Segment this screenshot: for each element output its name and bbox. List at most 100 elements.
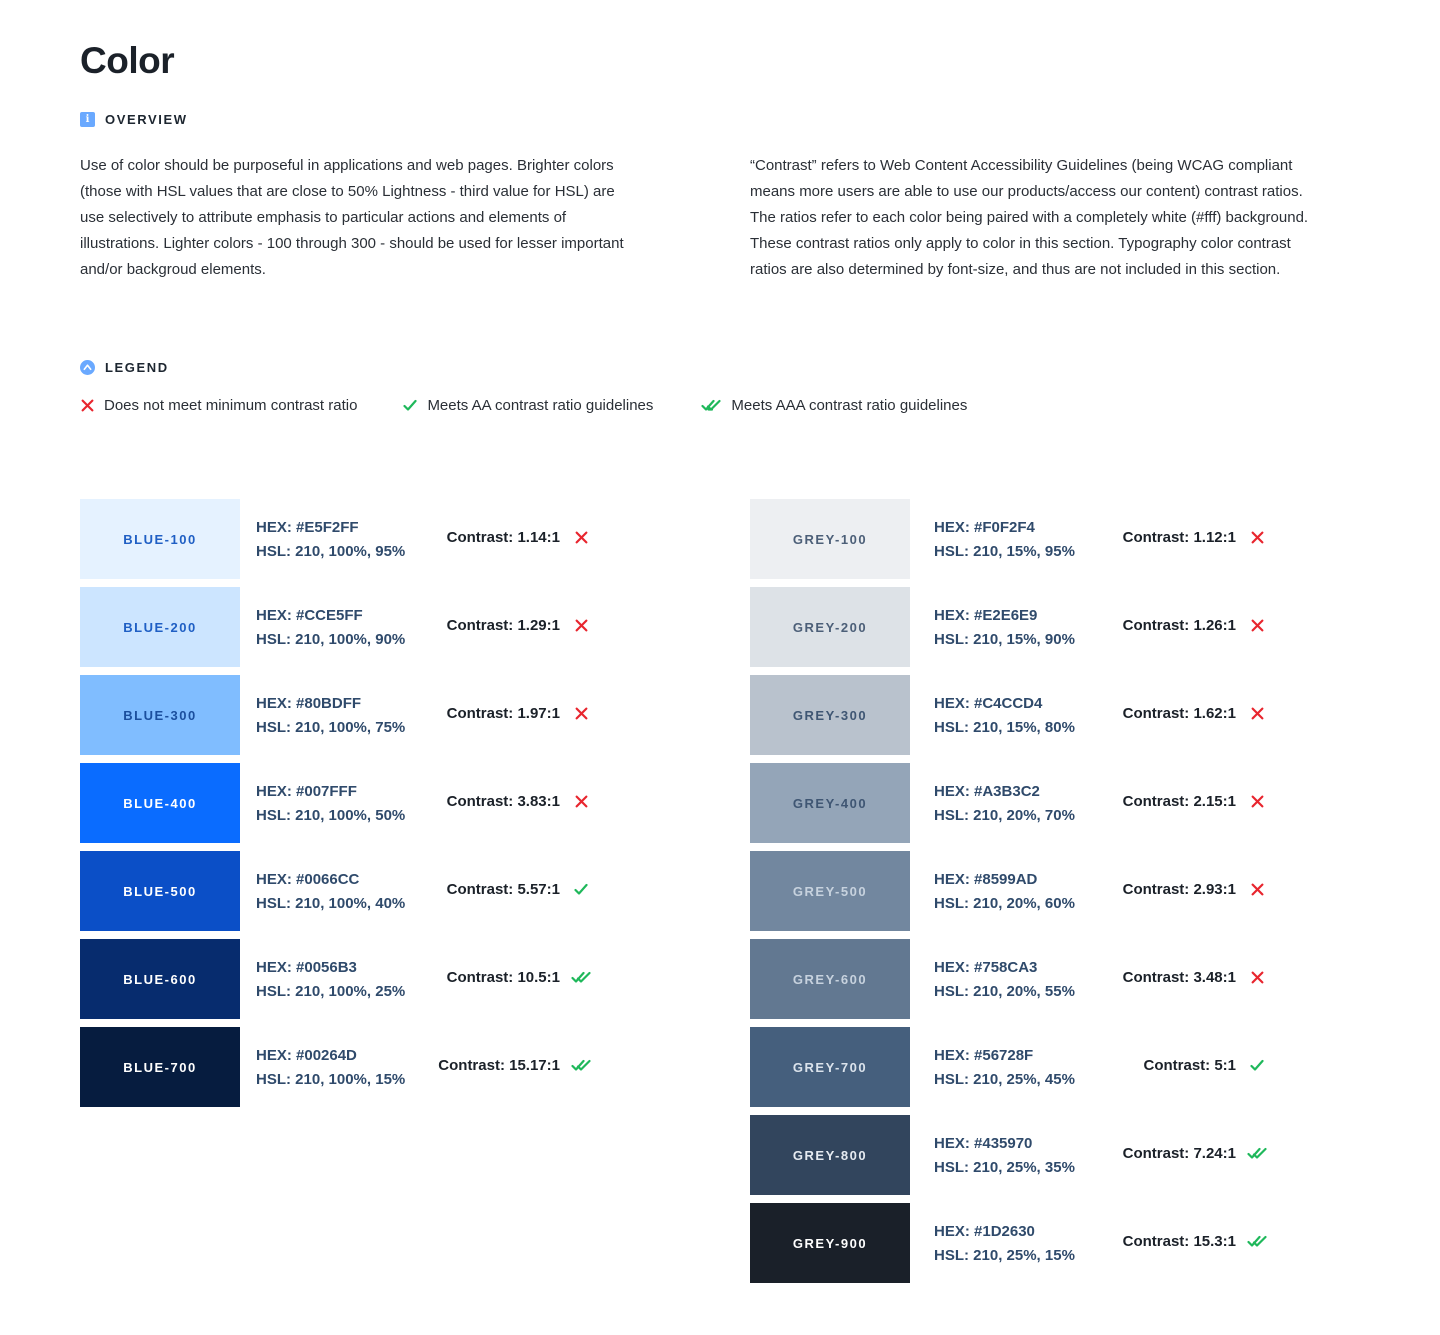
hsl-value: HSL: 210, 15%, 90% bbox=[934, 631, 1075, 648]
contrast-value: Contrast: 1.14:1 bbox=[446, 528, 560, 546]
color-values: HEX: #007FFF HSL: 210, 100%, 50% bbox=[256, 780, 405, 828]
contrast-value: Contrast: 1.26:1 bbox=[1122, 616, 1236, 634]
hex-value: HEX: #435970 bbox=[934, 1135, 1033, 1152]
color-swatch: BLUE-700 bbox=[80, 1027, 240, 1107]
contrast-ratio: Contrast: 7.24:1 bbox=[1123, 1142, 1268, 1164]
color-row-grey-500: GREY-500 HEX: #8599AD HSL: 210, 20%, 60% Co… bbox=[750, 851, 1310, 931]
swatch-label: BLUE-400 bbox=[123, 795, 197, 811]
color-values: HEX: #F0F2F4 HSL: 210, 15%, 95% bbox=[934, 516, 1075, 564]
contrast-ratio: Contrast: 10.5:1 bbox=[447, 966, 592, 988]
color-swatch: BLUE-300 bbox=[80, 675, 240, 755]
swatch-label: GREY-400 bbox=[792, 795, 868, 811]
cross-icon bbox=[1246, 790, 1268, 812]
double-check-icon bbox=[1246, 1230, 1268, 1252]
color-values: HEX: #E5F2FF HSL: 210, 100%, 95% bbox=[256, 516, 405, 564]
color-swatch: GREY-400 bbox=[750, 763, 910, 843]
grey-palette: GREY-100 HEX: #F0F2F4 HSL: 210, 15%, 95% Co… bbox=[750, 499, 1310, 1291]
hex-value: HEX: #E2E6E9 bbox=[934, 607, 1038, 624]
contrast-ratio: Contrast: 1.14:1 bbox=[447, 526, 592, 548]
double-check-icon bbox=[570, 966, 592, 988]
color-values: HEX: #0056B3 HSL: 210, 100%, 25% bbox=[256, 956, 405, 1004]
hex-value: HEX: #F0F2F4 bbox=[934, 519, 1035, 536]
color-values: HEX: #CCE5FF HSL: 210, 100%, 90% bbox=[256, 604, 405, 652]
color-swatch: GREY-700 bbox=[750, 1027, 910, 1107]
cross-icon bbox=[570, 702, 592, 724]
hex-value: HEX: #0066CC bbox=[256, 871, 360, 888]
color-row-grey-900: GREY-900 HEX: #1D2630 HSL: 210, 25%, 15% Co… bbox=[750, 1203, 1310, 1283]
contrast-value: Contrast: 15.3:1 bbox=[1122, 1232, 1236, 1250]
color-swatch: GREY-300 bbox=[750, 675, 910, 755]
cross-icon bbox=[1246, 966, 1268, 988]
blue-palette: BLUE-100 HEX: #E5F2FF HSL: 210, 100%, 95% C… bbox=[80, 499, 640, 1115]
swatch-label: BLUE-700 bbox=[123, 1059, 197, 1075]
swatch-label: GREY-100 bbox=[792, 531, 868, 547]
color-swatch: BLUE-400 bbox=[80, 763, 240, 843]
color-values: HEX: #00264D HSL: 210, 100%, 15% bbox=[256, 1044, 405, 1092]
hsl-value: HSL: 210, 15%, 95% bbox=[934, 543, 1075, 560]
hsl-value: HSL: 210, 100%, 50% bbox=[256, 807, 406, 824]
cross-icon bbox=[1246, 702, 1268, 724]
color-swatch: GREY-900 bbox=[750, 1203, 910, 1283]
contrast-value: Contrast: 5.57:1 bbox=[446, 880, 560, 898]
color-row-blue-100: BLUE-100 HEX: #E5F2FF HSL: 210, 100%, 95% C… bbox=[80, 499, 640, 579]
swatch-label: BLUE-100 bbox=[123, 531, 197, 547]
cross-icon bbox=[1246, 878, 1268, 900]
hex-value: HEX: #0056B3 bbox=[256, 959, 357, 976]
cross-icon bbox=[1246, 614, 1268, 636]
info-icon: i bbox=[80, 112, 95, 127]
color-row-blue-500: BLUE-500 HEX: #0066CC HSL: 210, 100%, 40% C… bbox=[80, 851, 640, 931]
contrast-value: Contrast: 10.5:1 bbox=[446, 968, 560, 986]
contrast-value: Contrast: 1.62:1 bbox=[1122, 704, 1236, 722]
hsl-value: HSL: 210, 25%, 15% bbox=[934, 1247, 1075, 1264]
hsl-value: HSL: 210, 100%, 40% bbox=[256, 895, 406, 912]
contrast-value: Contrast: 2.15:1 bbox=[1122, 792, 1236, 810]
color-row-blue-400: BLUE-400 HEX: #007FFF HSL: 210, 100%, 50% C… bbox=[80, 763, 640, 843]
hsl-value: HSL: 210, 100%, 75% bbox=[256, 719, 406, 736]
contrast-value: Contrast: 3.83:1 bbox=[446, 792, 560, 810]
color-row-blue-200: BLUE-200 HEX: #CCE5FF HSL: 210, 100%, 90% C… bbox=[80, 587, 640, 667]
contrast-value: Contrast: 1.12:1 bbox=[1122, 528, 1236, 546]
legend-aa-text: Meets AA contrast ratio guidelines bbox=[427, 396, 654, 414]
check-icon bbox=[570, 878, 592, 900]
legend: Does not meet minimum contrast ratio Mee… bbox=[80, 394, 967, 416]
hsl-value: HSL: 210, 20%, 55% bbox=[934, 983, 1075, 1000]
contrast-ratio: Contrast: 5:1 bbox=[1143, 1054, 1268, 1076]
contrast-ratio: Contrast: 1.12:1 bbox=[1123, 526, 1268, 548]
color-values: HEX: #435970 HSL: 210, 25%, 35% bbox=[934, 1132, 1075, 1180]
contrast-ratio: Contrast: 3.83:1 bbox=[447, 790, 592, 812]
color-swatch: GREY-600 bbox=[750, 939, 910, 1019]
contrast-ratio: Contrast: 1.29:1 bbox=[447, 614, 592, 636]
arrow-up-circle-icon bbox=[80, 360, 95, 375]
contrast-ratio: Contrast: 1.97:1 bbox=[447, 702, 592, 724]
color-values: HEX: #8599AD HSL: 210, 20%, 60% bbox=[934, 868, 1075, 916]
hsl-value: HSL: 210, 100%, 15% bbox=[256, 1071, 406, 1088]
color-row-grey-100: GREY-100 HEX: #F0F2F4 HSL: 210, 15%, 95% Co… bbox=[750, 499, 1310, 579]
color-row-blue-700: BLUE-700 HEX: #00264D HSL: 210, 100%, 15% C… bbox=[80, 1027, 640, 1107]
swatch-label: GREY-700 bbox=[792, 1059, 868, 1075]
color-values: HEX: #80BDFF HSL: 210, 100%, 75% bbox=[256, 692, 405, 740]
color-values: HEX: #0066CC HSL: 210, 100%, 40% bbox=[256, 868, 405, 916]
overview-paragraph-left: Use of color should be purposeful in app… bbox=[80, 157, 624, 278]
hsl-value: HSL: 210, 100%, 25% bbox=[256, 983, 406, 1000]
contrast-value: Contrast: 1.29:1 bbox=[446, 616, 560, 634]
hex-value: HEX: #56728F bbox=[934, 1047, 1034, 1064]
overview-label: OVERVIEW bbox=[105, 112, 188, 127]
contrast-ratio: Contrast: 15.3:1 bbox=[1123, 1230, 1268, 1252]
color-swatch: GREY-800 bbox=[750, 1115, 910, 1195]
hex-value: HEX: #C4CCD4 bbox=[934, 695, 1043, 712]
cross-icon bbox=[1246, 526, 1268, 548]
color-row-grey-200: GREY-200 HEX: #E2E6E9 HSL: 210, 15%, 90% Co… bbox=[750, 587, 1310, 667]
hsl-value: HSL: 210, 100%, 95% bbox=[256, 543, 406, 560]
legend-fail-text: Does not meet minimum contrast ratio bbox=[104, 396, 358, 414]
swatch-label: BLUE-200 bbox=[123, 619, 197, 635]
color-row-grey-700: GREY-700 HEX: #56728F HSL: 210, 25%, 45% Co… bbox=[750, 1027, 1310, 1107]
hex-value: HEX: #CCE5FF bbox=[256, 607, 363, 624]
swatch-label: BLUE-500 bbox=[123, 883, 197, 899]
color-row-blue-600: BLUE-600 HEX: #0056B3 HSL: 210, 100%, 25% C… bbox=[80, 939, 640, 1019]
contrast-value: Contrast: 1.97:1 bbox=[446, 704, 560, 722]
color-swatch: BLUE-200 bbox=[80, 587, 240, 667]
swatch-label: BLUE-600 bbox=[123, 971, 197, 987]
contrast-ratio: Contrast: 15.17:1 bbox=[438, 1054, 592, 1076]
double-check-icon bbox=[701, 394, 722, 416]
contrast-ratio: Contrast: 2.93:1 bbox=[1123, 878, 1268, 900]
